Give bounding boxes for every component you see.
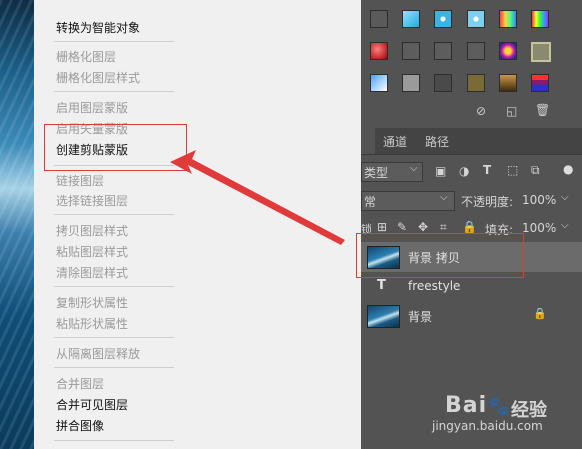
style-swatch[interactable]	[531, 74, 549, 92]
filter-kind-select[interactable]: 类型 ⌵	[361, 162, 423, 182]
style-swatch[interactable]	[434, 42, 452, 60]
style-swatch[interactable]	[531, 42, 551, 62]
chevron-down-icon[interactable]: ⌵	[561, 220, 569, 231]
type-filter-icon[interactable]: T	[483, 163, 491, 177]
style-swatch[interactable]	[499, 74, 517, 92]
watermark-url: jingyan.baidu.com	[432, 419, 543, 433]
opacity-label: 不透明度:	[461, 195, 514, 209]
text-layer-icon: T	[377, 278, 386, 293]
tab-paths[interactable]: 路径	[425, 133, 449, 150]
menu-separator	[54, 367, 174, 368]
filter-toggle-icon[interactable]: ●	[563, 162, 573, 176]
menu-separator	[54, 337, 174, 338]
menu-separator	[54, 41, 174, 42]
image-filter-icon[interactable]: ▣	[435, 164, 446, 178]
menu-item-clear-layer-style[interactable]: 清除图层样式	[56, 264, 128, 281]
shape-filter-icon[interactable]: ⬚	[507, 163, 518, 177]
menu-item-merge-visible[interactable]: 合并可见图层	[56, 396, 128, 413]
watermark-brand: Bai	[445, 393, 488, 418]
canvas-photo-strip	[0, 0, 34, 449]
style-swatch[interactable]	[370, 42, 388, 60]
fill-value[interactable]: 100%	[522, 221, 556, 235]
smart-object-filter-icon[interactable]: ⧉	[531, 163, 540, 178]
panel-tabs: 通道 路径	[361, 128, 582, 155]
chevron-down-icon: ⌵	[440, 192, 448, 203]
chevron-down-icon[interactable]: ⌵	[561, 192, 569, 203]
menu-separator	[54, 214, 174, 215]
lock-position-icon[interactable]: ✥	[418, 220, 428, 234]
lock-transparent-icon[interactable]: ⊞	[377, 220, 387, 234]
filter-kind-label: 类型	[364, 166, 389, 180]
opacity-value[interactable]: 100%	[522, 193, 556, 207]
annotation-highlight-layer	[356, 233, 524, 278]
menu-item-copy-layer-style[interactable]: 拷贝图层样式	[56, 222, 128, 239]
chevron-down-icon: ⌵	[410, 163, 418, 174]
adjustment-filter-icon[interactable]: ◑	[459, 164, 469, 178]
style-swatch[interactable]	[370, 74, 388, 92]
menu-separator	[54, 440, 174, 441]
paw-icon: 🐾	[487, 396, 510, 417]
menu-item-copy-shape-attributes[interactable]: 复制形状属性	[56, 294, 128, 311]
layer-row-background[interactable]: 背景 🔒	[361, 301, 582, 331]
lock-all-icon[interactable]: 🔒	[462, 220, 477, 234]
layer-name: freestyle	[408, 279, 461, 293]
style-swatch[interactable]	[499, 42, 517, 60]
layer-context-menu: 转换为智能对象 栅格化图层 栅格化图层样式 启用图层蒙版 启用矢量蒙版 创建剪贴…	[34, 0, 362, 449]
blend-mode-select[interactable]: 常 ⌵	[361, 191, 455, 211]
new-style-icon[interactable]: ◱	[506, 104, 517, 118]
style-swatch[interactable]	[434, 10, 452, 28]
menu-item-release-from-isolation[interactable]: 从隔离图层释放	[56, 345, 140, 362]
trash-icon[interactable]: 🗑	[535, 103, 550, 117]
menu-item-paste-shape-attributes[interactable]: 粘贴形状属性	[56, 315, 128, 332]
tab-layers-stub[interactable]	[361, 128, 375, 154]
menu-item-merge-layers[interactable]: 合并图层	[56, 375, 104, 392]
menu-item-rasterize-layer-style[interactable]: 栅格化图层样式	[56, 69, 140, 86]
menu-separator	[54, 286, 174, 287]
tab-channels[interactable]: 通道	[383, 133, 407, 150]
lock-pixels-icon[interactable]: ✎	[397, 220, 407, 234]
style-swatch[interactable]	[370, 10, 388, 28]
style-swatch[interactable]	[531, 10, 549, 28]
clear-style-icon[interactable]: ⊘	[476, 104, 486, 118]
menu-item-rasterize-layer[interactable]: 栅格化图层	[56, 48, 116, 65]
annotation-highlight-menu	[44, 124, 187, 171]
lock-icon: 🔒	[533, 307, 547, 320]
layer-thumbnail	[367, 305, 400, 328]
menu-item-flatten-image[interactable]: 拼合图像	[56, 417, 104, 434]
menu-item-link-layers[interactable]: 链接图层	[56, 172, 104, 189]
style-swatch[interactable]	[467, 74, 485, 92]
menu-item-convert-smart-object[interactable]: 转换为智能对象	[56, 19, 140, 36]
menu-item-enable-layer-mask[interactable]: 启用图层蒙版	[56, 99, 128, 116]
style-swatch[interactable]	[434, 74, 452, 92]
layer-filter-row: 类型 ⌵ ▣ ◑ T ⬚ ⧉ ●	[361, 160, 582, 188]
style-swatch[interactable]	[402, 10, 420, 28]
layer-name: 背景	[408, 310, 433, 324]
style-swatch[interactable]	[499, 10, 517, 28]
style-swatch[interactable]	[402, 42, 420, 60]
menu-item-select-linked-layers[interactable]: 选择链接图层	[56, 192, 128, 209]
style-swatch[interactable]	[467, 10, 485, 28]
blend-opacity-row: 常 ⌵ 不透明度: 100% ⌵	[361, 188, 582, 216]
style-swatch[interactable]	[467, 42, 485, 60]
menu-separator	[54, 91, 174, 92]
menu-item-paste-layer-style[interactable]: 粘贴图层样式	[56, 243, 128, 260]
style-swatch[interactable]	[402, 74, 420, 92]
blend-mode-label: 常	[364, 195, 377, 209]
